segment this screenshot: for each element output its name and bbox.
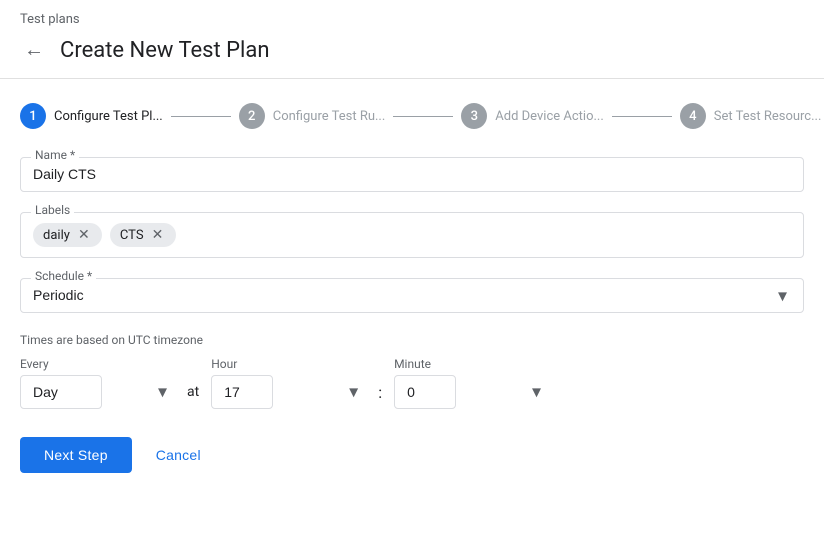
step-3: 3 Add Device Actio... xyxy=(461,103,604,129)
every-group: Every Day Hour Week ▾ xyxy=(20,357,175,409)
hour-group: Hour 0123 4567 891011 12131415 16171819 … xyxy=(211,357,366,409)
every-select[interactable]: Day Hour Week xyxy=(20,375,102,409)
page-title: Create New Test Plan xyxy=(60,38,270,63)
hour-label: Hour xyxy=(211,357,366,371)
cancel-button[interactable]: Cancel xyxy=(148,437,209,473)
schedule-field-container: Schedule Periodic Once Continuous ▾ xyxy=(20,278,804,313)
labels-field-group: Labels daily ✕ CTS ✕ xyxy=(20,212,804,258)
name-input[interactable] xyxy=(33,166,791,182)
step-2-circle: 2 xyxy=(239,103,265,129)
schedule-select[interactable]: Periodic Once Continuous xyxy=(33,287,791,303)
minute-dropdown-icon: ▾ xyxy=(532,382,541,403)
minute-label: Minute xyxy=(394,357,549,371)
labels-chips-container: daily ✕ CTS ✕ xyxy=(33,221,791,249)
name-field-container: Name xyxy=(20,157,804,192)
name-field-group: Name xyxy=(20,157,804,192)
chip-daily-close[interactable]: ✕ xyxy=(76,227,92,243)
step-connector-2 xyxy=(393,116,453,117)
at-label: at xyxy=(187,384,199,400)
chip-daily-text: daily xyxy=(43,228,70,243)
chip-daily: daily ✕ xyxy=(33,223,102,247)
step-4-label: Set Test Resourc... xyxy=(714,109,822,124)
schedule-field-label: Schedule xyxy=(31,269,96,283)
chip-cts: CTS ✕ xyxy=(110,223,176,247)
button-row: Next Step Cancel xyxy=(20,437,804,473)
step-2: 2 Configure Test Ru... xyxy=(239,103,386,129)
minute-group: Minute 051015 20253035 40455055 ▾ xyxy=(394,357,549,409)
every-label: Every xyxy=(20,357,175,371)
step-4-circle: 4 xyxy=(680,103,706,129)
minute-select-wrap: 051015 20253035 40455055 ▾ xyxy=(394,375,549,409)
periodic-row: Every Day Hour Week ▾ at Hour 0123 4567 … xyxy=(20,357,804,409)
minute-select[interactable]: 051015 20253035 40455055 xyxy=(394,375,456,409)
step-4: 4 Set Test Resourc... xyxy=(680,103,822,129)
schedule-field-group: Schedule Periodic Once Continuous ▾ xyxy=(20,278,804,313)
stepper: 1 Configure Test Pl... 2 Configure Test … xyxy=(20,103,804,129)
chip-cts-close[interactable]: ✕ xyxy=(150,227,166,243)
step-1-label: Configure Test Pl... xyxy=(54,109,163,124)
labels-field-container: Labels daily ✕ CTS ✕ xyxy=(20,212,804,258)
every-dropdown-icon: ▾ xyxy=(158,382,167,403)
breadcrumb: Test plans xyxy=(20,12,804,27)
schedule-select-container: Periodic Once Continuous ▾ xyxy=(33,287,791,304)
next-step-button[interactable]: Next Step xyxy=(20,437,132,473)
name-field-label: Name xyxy=(31,148,79,162)
step-connector-1 xyxy=(171,116,231,117)
every-select-wrap: Day Hour Week ▾ xyxy=(20,375,175,409)
back-icon: ← xyxy=(24,39,44,62)
hour-select-wrap: 0123 4567 891011 12131415 16171819 20212… xyxy=(211,375,366,409)
labels-field-label: Labels xyxy=(31,203,74,217)
colon-separator: : xyxy=(378,383,382,402)
step-1-circle: 1 xyxy=(20,103,46,129)
step-connector-3 xyxy=(612,116,672,117)
hour-dropdown-icon: ▾ xyxy=(349,382,358,403)
chip-cts-text: CTS xyxy=(120,228,144,243)
back-button[interactable]: ← xyxy=(20,35,48,66)
hour-select[interactable]: 0123 4567 891011 12131415 16171819 20212… xyxy=(211,375,273,409)
step-1: 1 Configure Test Pl... xyxy=(20,103,163,129)
step-3-label: Add Device Actio... xyxy=(495,109,604,124)
step-3-circle: 3 xyxy=(461,103,487,129)
step-2-label: Configure Test Ru... xyxy=(273,109,386,124)
timezone-note: Times are based on UTC timezone xyxy=(20,333,804,347)
